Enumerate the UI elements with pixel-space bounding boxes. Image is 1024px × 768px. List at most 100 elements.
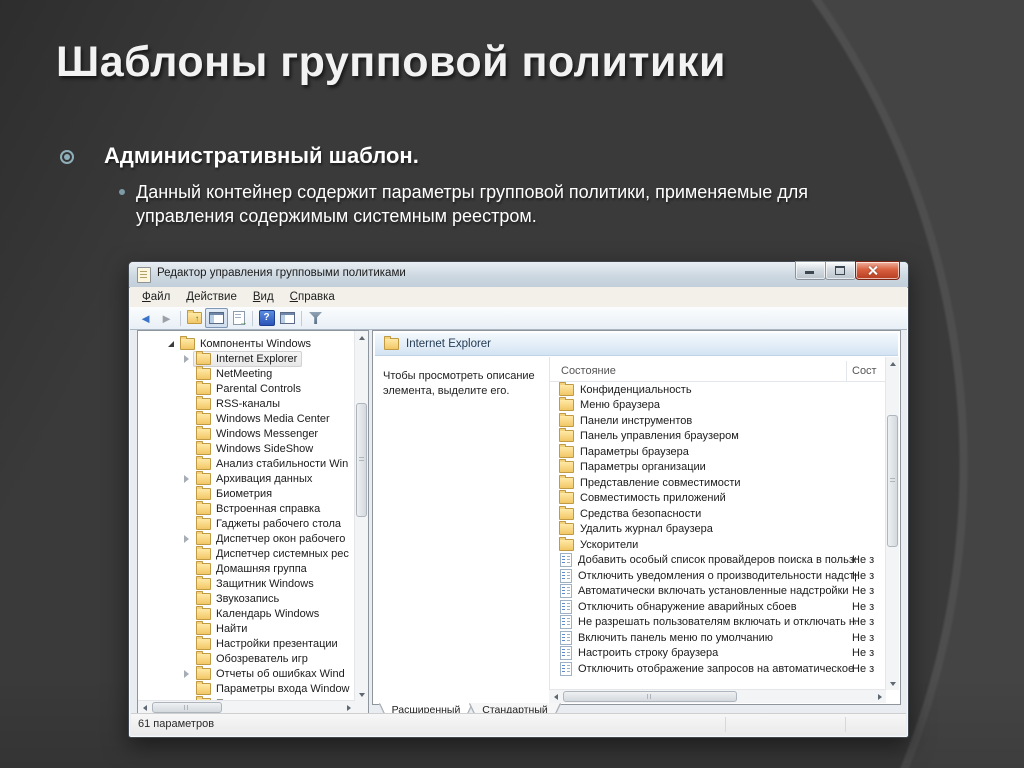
tree-item[interactable]: Windows Messenger [138,425,355,441]
tree-vertical-scrollbar[interactable] [354,331,368,701]
list-item-folder[interactable]: Панель управления браузером [549,428,886,445]
menu-view[interactable]: Вид [245,289,282,305]
list-item-policy[interactable]: Настроить строку браузера Не з [549,646,886,662]
folder-icon [559,536,574,551]
list-item-policy[interactable]: Автоматически включать установленные над… [549,584,886,600]
tree-item[interactable]: Архивация данных [138,470,355,486]
list-item-policy[interactable]: Не разрешать пользователям включать и от… [549,615,886,631]
gpedit-window: Редактор управления групповыми политикам… [128,261,909,738]
filter-icon[interactable] [305,309,326,327]
folder-icon [196,455,211,470]
help-icon[interactable]: ? [256,309,277,327]
tree-item[interactable]: Гаджеты рабочего стола [138,515,355,531]
minimize-icon[interactable] [795,261,826,280]
scrollbar-thumb[interactable] [356,403,367,517]
list-item-policy[interactable]: Добавить особый список провайдеров поиск… [549,553,886,569]
tree-item[interactable]: Защитник Windows [138,575,355,591]
tree-item-root[interactable]: Компоненты Windows [138,336,355,351]
list-item-folder[interactable]: Конфиденциальность [549,381,886,398]
tree-item[interactable]: Настройки презентации [138,635,355,651]
tree-item-selected[interactable]: Internet Explorer [138,350,355,367]
folder-icon [196,560,211,575]
menu-action[interactable]: Действие [178,289,245,305]
scrollbar-thumb[interactable] [563,691,737,702]
folder-icon [196,500,211,515]
export-list-icon[interactable] [228,309,249,327]
scroll-right-icon[interactable] [873,690,886,703]
bullet-icon [60,150,74,164]
scroll-up-icon[interactable] [355,331,368,344]
column-state-2[interactable]: Сост [852,365,877,377]
list-item-policy[interactable]: Отключить обнаружение аварийных сбоев Не … [549,599,886,615]
tree-item[interactable]: Отчеты об ошибках Wind [138,665,355,681]
up-level-icon[interactable]: ↑ [184,309,205,327]
scroll-left-icon[interactable] [549,690,562,703]
tree-item[interactable]: Windows SideShow [138,440,355,456]
list-item-folder[interactable]: Параметры организации [549,459,886,476]
tree-horizontal-scrollbar[interactable] [138,700,355,714]
slide-title: Шаблоны групповой политики [56,38,726,86]
policy-state: Не з [852,616,875,629]
folder-icon [559,474,574,489]
list-item-folder[interactable]: Средства безопасности [549,505,886,522]
tree-item[interactable]: Биометрия [138,485,355,501]
list-item-folder[interactable]: Совместимость приложений [549,490,886,507]
tree-item[interactable]: Обозреватель игр [138,650,355,666]
maximize-icon[interactable] [825,261,856,280]
menu-file[interactable]: Файл [134,289,178,305]
column-state[interactable]: Состояние [561,365,616,377]
folder-icon [559,381,574,396]
list-vertical-scrollbar[interactable] [885,357,899,690]
list-item-policy[interactable]: Отключить отображение запросов на автома… [549,661,886,677]
list-item-folder[interactable]: Меню браузера [549,397,886,414]
close-icon[interactable] [855,261,900,280]
collapsed-arrow-icon[interactable] [184,669,196,678]
collapsed-arrow-icon[interactable] [184,534,196,543]
column-divider[interactable] [846,361,847,381]
list-item-folder[interactable]: Представление совместимости [549,474,886,491]
forward-icon[interactable]: ► [156,309,177,327]
back-icon[interactable]: ◄ [135,309,156,327]
tree-item[interactable]: Календарь Windows [138,605,355,621]
settings-list: Состояние Сост Конфиденциальность Меню б… [549,355,886,690]
scroll-down-icon[interactable] [886,677,899,690]
scroll-up-icon[interactable] [886,357,899,370]
expanded-arrow-icon[interactable] [168,340,180,347]
folder-icon [196,485,211,500]
tree-item[interactable]: Домашняя группа [138,560,355,576]
new-window-icon[interactable] [277,309,298,327]
show-console-tree-icon[interactable] [205,308,228,328]
tree-item[interactable]: Параметры входа Window [138,680,355,696]
menu-help[interactable]: Справка [282,289,343,305]
tree-item[interactable]: Звукозапись [138,590,355,606]
title-bar[interactable]: Редактор управления групповыми политикам… [129,261,908,288]
bullet-body: Данный контейнер содержит параметры груп… [136,182,809,227]
tree-item[interactable]: Windows Media Center [138,410,355,426]
list-item-folder[interactable]: Параметры браузера [549,443,886,460]
list-horizontal-scrollbar[interactable] [549,689,886,703]
tree-item[interactable]: Анализ стабильности Win [138,455,355,471]
tree-item[interactable]: NetMeeting [138,365,355,381]
tree-item[interactable]: Найти [138,620,355,636]
policy-state: Не з [852,554,875,567]
folder-icon [180,336,195,350]
policy-state: Не з [852,631,875,644]
list-item-folder[interactable]: Ускорители [549,536,886,553]
tree-item[interactable]: Встроенная справка [138,500,355,516]
folder-icon [196,515,211,530]
tree-item[interactable]: RSS-каналы [138,395,355,411]
tree-item[interactable]: Диспетчер системных рес [138,545,355,561]
scrollbar-thumb[interactable] [887,415,898,547]
collapsed-arrow-icon[interactable] [184,474,196,483]
policy-icon [560,646,572,661]
list-item-policy[interactable]: Отключить уведомления о производительнос… [549,568,886,584]
list-item-folder[interactable]: Панели инструментов [549,412,886,429]
tree-item[interactable]: Диспетчер окон рабочего [138,530,355,546]
policy-icon [560,584,572,599]
scrollbar-thumb[interactable] [152,702,222,713]
tree-item[interactable]: Parental Controls [138,380,355,396]
list-item-folder[interactable]: Удалить журнал браузера [549,521,886,538]
details-header-label: Internet Explorer [406,338,492,350]
list-item-policy[interactable]: Включить панель меню по умолчанию Не з [549,630,886,646]
scroll-down-icon[interactable] [355,688,368,701]
